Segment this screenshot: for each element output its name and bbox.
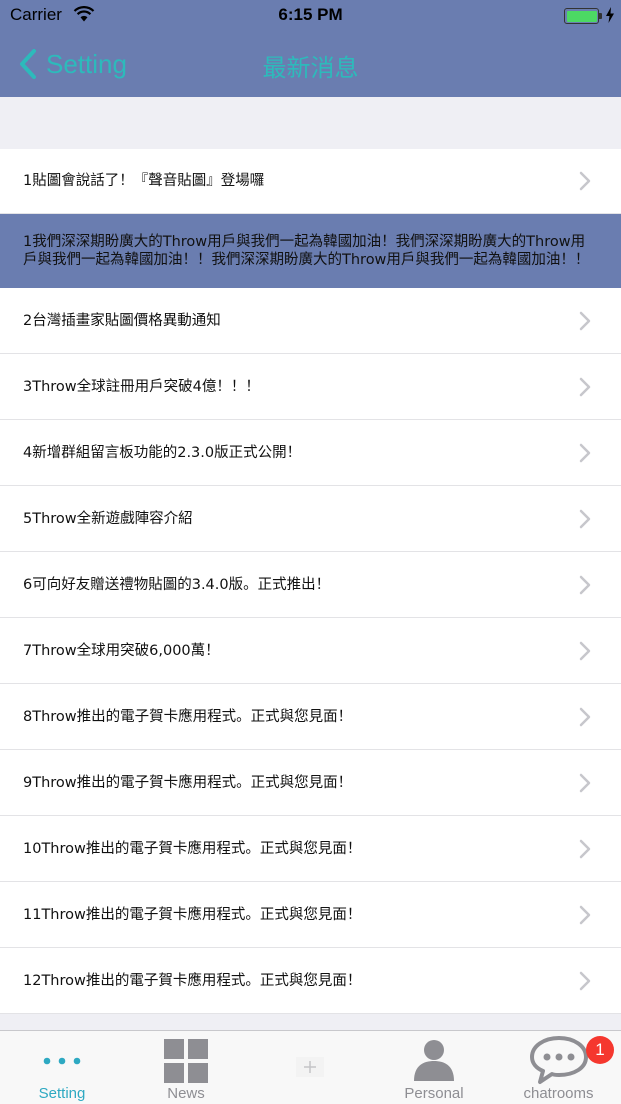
plus-icon (296, 1057, 324, 1077)
news-item-title: 5Throw全新遊戲陣容介紹 (23, 510, 193, 527)
news-item[interactable]: 10Throw推出的電子賀卡應用程式。正式與您見面！ (0, 816, 621, 882)
chevron-right-icon (579, 905, 591, 924)
chevron-right-icon (579, 839, 591, 858)
news-item[interactable]: 5Throw全新遊戲陣容介紹 (0, 486, 621, 552)
status-bar: Carrier 6:15 PM (0, 0, 621, 32)
news-item[interactable]: 2台灣插畫家貼圖價格異動通知 (0, 288, 621, 354)
status-time: 6:15 PM (278, 5, 343, 24)
chevron-right-icon (579, 707, 591, 726)
chevron-right-icon (579, 575, 591, 594)
chevron-right-icon (579, 773, 591, 792)
news-item-title: 7Throw全球用突破6,000萬！ (23, 642, 220, 659)
more-dots-icon (43, 1057, 81, 1065)
tab-news[interactable]: News (124, 1031, 248, 1104)
news-item[interactable]: 3Throw全球註冊用戶突破4億！！！ (0, 354, 621, 420)
news-item-title: 8Throw推出的電子賀卡應用程式。正式與您見面！ (23, 708, 353, 725)
news-item-title: 1我們深深期盼廣大的Throw用戶與我們一起為韓國加油！我們深深期盼廣大的Thr… (23, 234, 590, 268)
charging-bolt-icon (606, 7, 614, 23)
tab-personal[interactable]: Personal (372, 1031, 496, 1104)
news-item[interactable]: 4新增群組留言板功能的2.3.0版正式公開！ (0, 420, 621, 486)
header: Carrier 6:15 PM Setting 最新消息 (0, 0, 621, 97)
news-item-title: 4新增群組留言板功能的2.3.0版正式公開！ (23, 444, 302, 461)
chevron-right-icon (579, 443, 591, 462)
news-item-title: 11Throw推出的電子賀卡應用程式。正式與您見面！ (23, 906, 362, 923)
news-item-title: 6可向好友贈送禮物貼圖的3.4.0版。正式推出！ (23, 576, 331, 593)
tab-setting[interactable]: Setting (0, 1031, 124, 1104)
tab-chatrooms-label: chatrooms (523, 1085, 594, 1102)
navigation-bar: Setting 最新消息 (0, 32, 621, 97)
news-item[interactable]: 9Throw推出的電子賀卡應用程式。正式與您見面！ (0, 750, 621, 816)
chat-bubble-icon (529, 1036, 588, 1084)
chevron-right-icon (579, 171, 591, 191)
news-item[interactable]: 1貼圖會說話了！『聲音貼圖』登場囉 (0, 149, 621, 214)
chevron-right-icon (579, 971, 591, 990)
chevron-right-icon (579, 641, 591, 660)
tab-add[interactable] (248, 1031, 372, 1104)
news-item-title: 1貼圖會說話了！『聲音貼圖』登場囉 (23, 173, 265, 189)
tab-news-label: News (167, 1085, 205, 1102)
news-item[interactable]: 7Throw全球用突破6,000萬！ (0, 618, 621, 684)
tab-personal-label: Personal (404, 1085, 464, 1102)
news-item-title: 3Throw全球註冊用戶突破4億！！！ (23, 378, 260, 395)
person-icon (414, 1040, 454, 1081)
news-item-title: 2台灣插畫家貼圖價格異動通知 (23, 312, 221, 329)
news-item[interactable]: 6可向好友贈送禮物貼圖的3.4.0版。正式推出！ (0, 552, 621, 618)
chevron-right-icon (579, 311, 591, 330)
battery-cap (599, 13, 602, 19)
grid-icon (164, 1039, 208, 1083)
chevron-right-icon (579, 509, 591, 528)
news-item-title: 9Throw推出的電子賀卡應用程式。正式與您見面！ (23, 774, 353, 791)
news-item[interactable]: 8Throw推出的電子賀卡應用程式。正式與您見面！ (0, 684, 621, 750)
news-item-title: 12Throw推出的電子賀卡應用程式。正式與您見面！ (23, 972, 362, 989)
news-list: 1貼圖會說話了！『聲音貼圖』登場囉 1我們深深期盼廣大的Throw用戶與我們一起… (0, 149, 621, 1014)
battery-icon (564, 8, 599, 24)
news-item-title: 10Throw推出的電子賀卡應用程式。正式與您見面！ (23, 840, 362, 857)
chevron-right-icon (579, 377, 591, 396)
news-item-highlighted[interactable]: 1我們深深期盼廣大的Throw用戶與我們一起為韓國加油！我們深深期盼廣大的Thr… (0, 214, 621, 288)
news-item[interactable]: 12Throw推出的電子賀卡應用程式。正式與您見面！ (0, 948, 621, 1014)
page-title: 最新消息 (262, 54, 359, 82)
chatrooms-badge: 1 (586, 1036, 614, 1064)
tab-bar: Setting News Personal chatrooms (0, 1030, 621, 1104)
news-item[interactable]: 11Throw推出的電子賀卡應用程式。正式與您見面！ (0, 882, 621, 948)
tab-setting-label: Setting (38, 1085, 86, 1102)
